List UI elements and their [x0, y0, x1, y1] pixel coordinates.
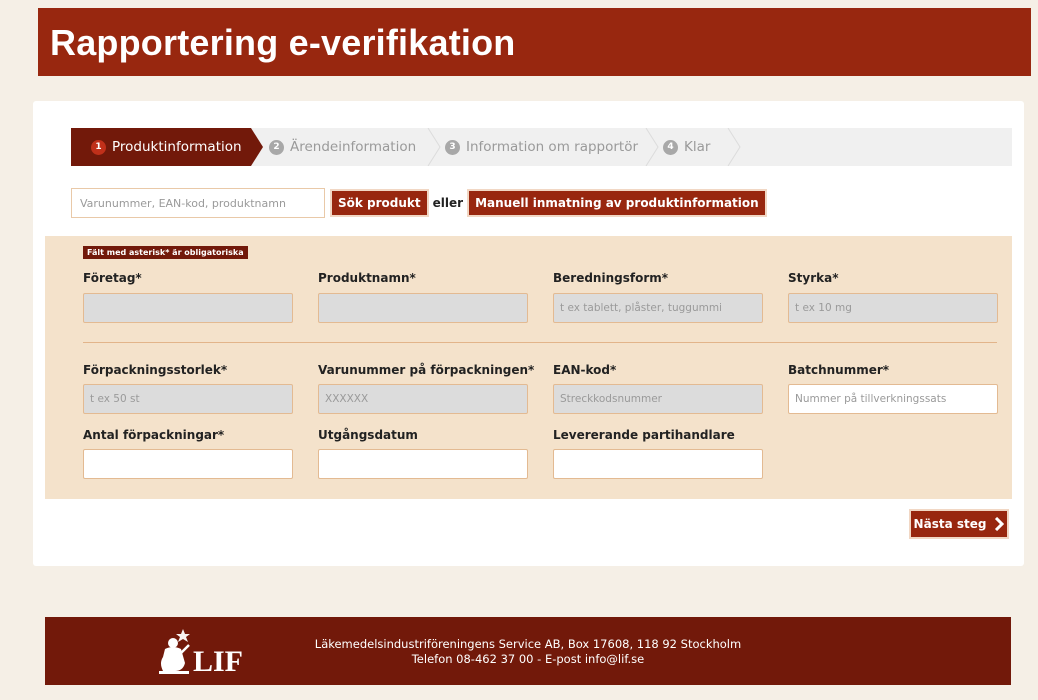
dosage-form-field: t ex tablett, plåster, tuggummi	[553, 293, 763, 323]
quantity-input[interactable]	[83, 449, 293, 479]
step-number: 1	[91, 139, 106, 155]
company-field	[83, 293, 293, 323]
ean-label: EAN-kod*	[553, 363, 617, 377]
form-divider	[83, 342, 997, 343]
expiry-date-input[interactable]	[318, 449, 528, 479]
step-label: Ärendeinformation	[290, 139, 417, 155]
page-header: Rapportering e-verifikation	[38, 8, 1031, 76]
search-product-button[interactable]: Sök produkt	[330, 189, 429, 217]
step-label: Klar	[684, 139, 711, 155]
item-number-field: XXXXXX	[318, 384, 528, 414]
wholesaler-label: Levererande partihandlare	[553, 428, 735, 442]
product-search-input[interactable]	[71, 188, 325, 218]
pack-size-label: Förpackningsstorlek*	[83, 363, 228, 377]
step-number: 2	[269, 139, 284, 155]
step-arrow	[251, 128, 263, 166]
next-step-button[interactable]: Nästa steg	[909, 509, 1009, 539]
dosage-form-label: Beredningsform*	[553, 271, 669, 285]
main-card: 1 Produktinformation 2 Ärendeinformation…	[33, 101, 1024, 566]
footer-contact: Läkemedelsindustriföreningens Service AB…	[45, 637, 1011, 667]
expiry-date-label: Utgångsdatum	[318, 428, 418, 442]
step-produktinformation[interactable]: 1 Produktinformation	[71, 128, 251, 166]
page-footer: LIF Läkemedelsindustriföreningens Servic…	[45, 617, 1011, 685]
or-label: eller	[432, 196, 464, 210]
product-name-field	[318, 293, 528, 323]
pack-size-field: t ex 50 st	[83, 384, 293, 414]
ean-field: Streckkodsnummer	[553, 384, 763, 414]
quantity-label: Antal förpackningar*	[83, 428, 225, 442]
chevron-right-icon	[995, 517, 1005, 531]
step-separator	[727, 128, 741, 166]
batch-number-label: Batchnummer*	[788, 363, 890, 377]
strength-label: Styrka*	[788, 271, 839, 285]
company-label: Företag*	[83, 271, 142, 285]
step-arendeinformation[interactable]: 2 Ärendeinformation	[269, 128, 429, 166]
step-number: 3	[445, 139, 460, 155]
step-label: Information om rapportör	[466, 139, 639, 155]
next-step-label: Nästa steg	[913, 517, 987, 531]
strength-field: t ex 10 mg	[788, 293, 998, 323]
progress-steps: 1 Produktinformation 2 Ärendeinformation…	[71, 128, 1012, 166]
step-label: Produktinformation	[112, 139, 242, 155]
page-title: Rapportering e-verifikation	[50, 22, 516, 63]
item-number-label: Varunummer på förpackningen*	[318, 363, 535, 377]
batch-number-input[interactable]: Nummer på tillverkningssats	[788, 384, 998, 414]
product-name-label: Produktnamn*	[318, 271, 416, 285]
product-form-panel: Fält med asterisk* är obligatoriska Före…	[45, 236, 1012, 499]
step-separator	[645, 128, 659, 166]
manual-entry-button[interactable]: Manuell inmatning av produktinformation	[467, 189, 767, 217]
wholesaler-input[interactable]	[553, 449, 763, 479]
footer-address: Läkemedelsindustriföreningens Service AB…	[314, 637, 742, 651]
step-information-om-rapportor[interactable]: 3 Information om rapportör	[445, 128, 655, 166]
product-search-row: Sök produkt eller Manuell inmatning av p…	[71, 188, 767, 218]
footer-phone-email: Telefon 08-462 37 00 - E-post info@lif.s…	[411, 652, 645, 666]
required-fields-note: Fält med asterisk* är obligatoriska	[83, 246, 248, 259]
step-number: 4	[663, 139, 678, 155]
step-separator	[427, 128, 441, 166]
